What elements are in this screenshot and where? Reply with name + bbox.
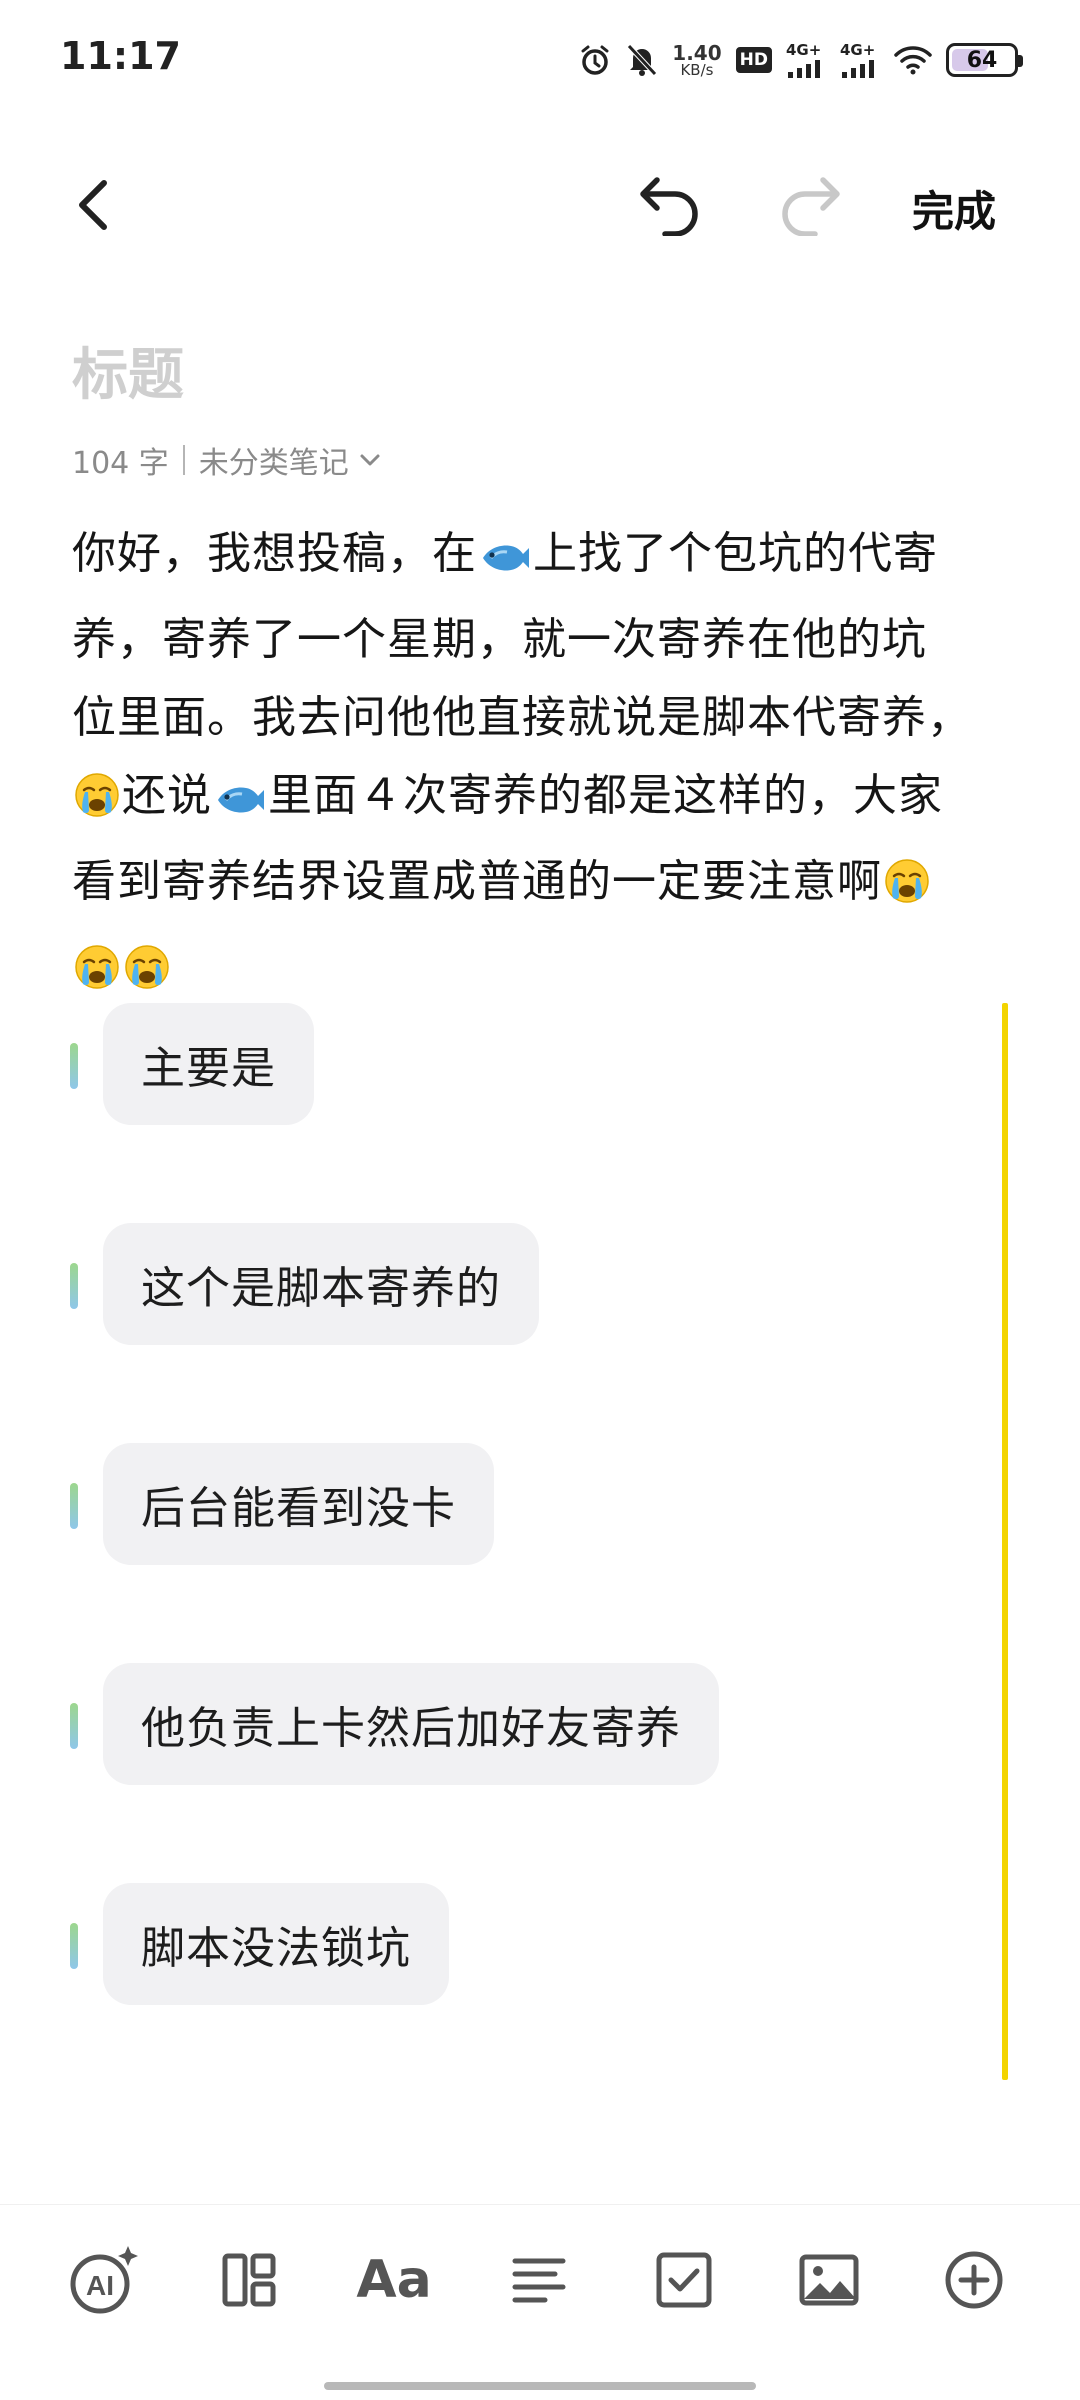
align-icon <box>512 2258 566 2303</box>
body-line: 你好，我想投稿，在 上找了个包坑的代寄 <box>72 515 1012 601</box>
checkbox-icon <box>656 2252 712 2308</box>
category-selector[interactable]: 未分类笔记 <box>199 438 381 482</box>
ai-assistant-icon: AI <box>70 2246 138 2314</box>
battery-icon: 64 <box>946 43 1023 77</box>
checklist-button[interactable] <box>639 2235 729 2325</box>
signal-type-label: 4G+ <box>786 40 822 59</box>
body-text-run: 养，寄养了一个星期，就一次寄养在他的坑 <box>72 614 927 665</box>
wifi-icon <box>894 45 932 75</box>
note-meta: 104 字 未分类笔记 <box>72 438 381 482</box>
crying-emoji-icon <box>74 765 120 843</box>
status-time: 11:17 <box>60 34 181 78</box>
net-speed-indicator: 1.40 KB/s <box>672 43 721 78</box>
title-input[interactable]: 标题 <box>72 330 184 411</box>
notes-editor-screen: 11:17 1.40 KB/s HD 4G+ 4G+ 64 完成 标题 104 … <box>0 0 1080 2400</box>
battery-level: 64 <box>966 47 998 73</box>
image-button[interactable] <box>784 2235 874 2325</box>
home-indicator[interactable] <box>324 2382 756 2390</box>
category-label: 未分类笔记 <box>198 446 349 481</box>
mute-bell-icon <box>626 43 658 77</box>
body-text-run: 里面４次寄养的都是这样的，大家 <box>268 770 943 821</box>
chevron-down-icon <box>360 454 380 466</box>
word-count: 104 字 <box>72 446 169 481</box>
body-text-run: 看到寄养结界设置成普通的一定要注意啊 <box>72 856 882 907</box>
signal-icon: 4G+ <box>786 40 826 78</box>
avatar-edge <box>70 1263 78 1309</box>
body-text-run: 还说 <box>122 770 212 821</box>
chat-bubble: 后台能看到没卡 <box>103 1443 494 1565</box>
chat-bubble: 这个是脚本寄养的 <box>103 1223 539 1345</box>
hd-volte-icon: HD <box>735 47 772 73</box>
fish-emoji-icon <box>214 765 266 843</box>
chat-bubble: 脚本没法锁坑 <box>103 1883 449 2005</box>
done-button[interactable]: 完成 <box>912 178 996 239</box>
chevron-left-icon <box>79 180 107 230</box>
redo-icon <box>782 177 840 236</box>
status-bar: 11:17 1.40 KB/s HD 4G+ 4G+ 64 <box>0 0 1080 120</box>
chat-bubble: 他负责上卡然后加好友寄养 <box>103 1663 719 1785</box>
ai-assistant-button[interactable]: AI <box>59 2235 149 2325</box>
net-speed-unit: KB/s <box>680 60 714 79</box>
crying-emoji-icon <box>884 851 930 929</box>
avatar-edge <box>70 1043 78 1089</box>
avatar-edge <box>70 1483 78 1529</box>
status-icons: 1.40 KB/s HD 4G+ 4G+ 64 <box>578 36 1023 84</box>
ai-label: AI <box>86 2270 114 2301</box>
net-speed-value: 1.40 <box>672 40 722 65</box>
body-line: 位里面。我去问他他直接就说是脚本代寄养， <box>72 679 1012 757</box>
alarm-icon <box>578 43 612 77</box>
hd-label: HD <box>735 47 772 73</box>
note-body-editor[interactable]: 你好，我想投稿，在 上找了个包坑的代寄养，寄养了一个星期，就一次寄养在他的坑 位里面… <box>72 515 1012 1015</box>
body-line: 养，寄养了一个星期，就一次寄养在他的坑 <box>72 601 1012 679</box>
meta-divider <box>182 445 185 475</box>
insert-button[interactable] <box>929 2235 1019 2325</box>
fish-emoji-icon <box>479 523 531 601</box>
add-icon <box>945 2251 1003 2309</box>
body-text-run: 位里面。我去问他他直接就说是脚本代寄养， <box>72 692 972 743</box>
body-line: 看到寄养结界设置成普通的一定要注意啊 <box>72 843 1012 929</box>
quote-accent-bar <box>1002 1003 1008 2080</box>
format-toolbar: AI Aa <box>0 2204 1080 2400</box>
chat-bubble: 主要是 <box>103 1003 314 1125</box>
crying-emoji-icon <box>74 937 120 1015</box>
redo-button[interactable] <box>770 168 850 242</box>
signal-icon: 4G+ <box>840 40 880 78</box>
body-text-run: 你好，我想投稿，在 <box>72 528 477 579</box>
text-format-icon: Aa <box>356 2250 432 2310</box>
editor-toolbar: 完成 <box>0 150 1080 260</box>
back-button[interactable] <box>62 170 122 240</box>
avatar-edge <box>70 1923 78 1969</box>
align-button[interactable] <box>494 2235 584 2325</box>
battery-cap <box>1018 55 1023 67</box>
text-format-button[interactable]: Aa <box>349 2235 439 2325</box>
layout-icon <box>222 2253 276 2307</box>
body-line: 还说 里面４次寄养的都是这样的，大家 <box>72 757 1012 843</box>
image-icon <box>799 2254 859 2306</box>
body-text-run: 上找了个包坑的代寄 <box>533 528 938 579</box>
signal-type-label: 4G+ <box>840 40 876 59</box>
undo-button[interactable] <box>630 168 710 242</box>
avatar-edge <box>70 1703 78 1749</box>
undo-icon <box>640 177 698 236</box>
layout-button[interactable] <box>204 2235 294 2325</box>
